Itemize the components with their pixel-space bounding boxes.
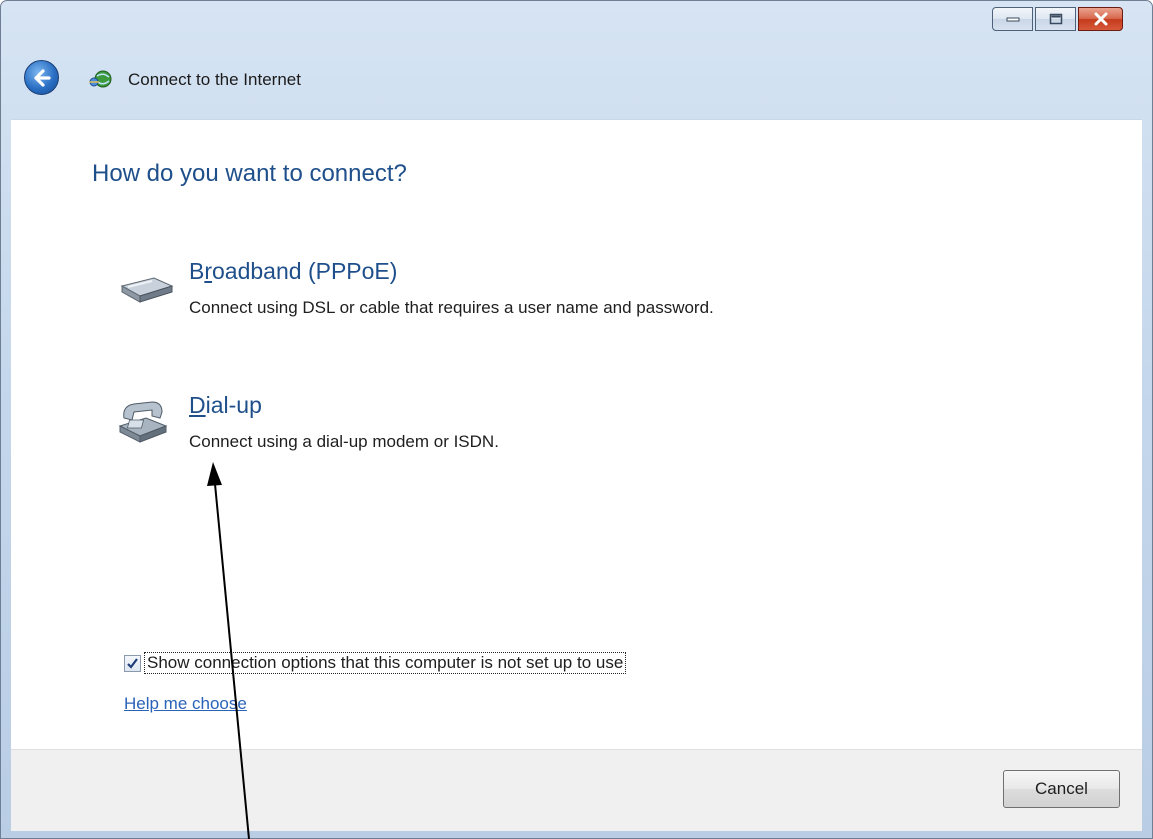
footer-bar: Cancel bbox=[11, 749, 1142, 831]
caption-buttons bbox=[990, 7, 1123, 31]
back-arrow-icon bbox=[33, 68, 51, 87]
back-button[interactable] bbox=[24, 60, 59, 95]
close-button[interactable] bbox=[1078, 7, 1123, 31]
broadband-modem-icon bbox=[120, 277, 174, 303]
telephone-modem-icon bbox=[118, 401, 168, 443]
option-title: Broadband (PPPoE) bbox=[189, 258, 398, 284]
close-icon bbox=[1094, 12, 1107, 26]
minimize-button[interactable] bbox=[992, 7, 1033, 31]
option-description: Connect using DSL or cable that requires… bbox=[189, 298, 714, 317]
page-heading: How do you want to connect? bbox=[92, 160, 407, 187]
checkmark-icon bbox=[127, 657, 138, 669]
cancel-button[interactable]: Cancel bbox=[1003, 770, 1120, 808]
option-broadband[interactable]: Broadband (PPPoE) Connect using DSL or c… bbox=[106, 258, 926, 328]
dialog-window: Connect to the Internet How do you want … bbox=[0, 0, 1153, 839]
show-options-label[interactable]: Show connection options that this comput… bbox=[144, 652, 627, 674]
show-options-checkbox[interactable] bbox=[124, 654, 141, 672]
minimize-icon bbox=[1006, 17, 1019, 22]
option-title: Dial-up bbox=[189, 392, 262, 418]
title-bar[interactable]: Connect to the Internet bbox=[1, 1, 1152, 119]
maximize-button[interactable] bbox=[1035, 7, 1076, 31]
wizard-content: How do you want to connect? Broadband (P… bbox=[11, 119, 1142, 749]
maximize-icon bbox=[1049, 13, 1062, 25]
option-description: Connect using a dial-up modem or ISDN. bbox=[189, 432, 499, 451]
network-globe-icon bbox=[89, 70, 112, 88]
option-dial-up[interactable]: Dial-up Connect using a dial-up modem or… bbox=[106, 392, 926, 462]
window-title: Connect to the Internet bbox=[128, 70, 301, 89]
show-options-row[interactable]: Show connection options that this comput… bbox=[124, 652, 627, 674]
help-me-choose-link[interactable]: Help me choose bbox=[124, 694, 247, 714]
